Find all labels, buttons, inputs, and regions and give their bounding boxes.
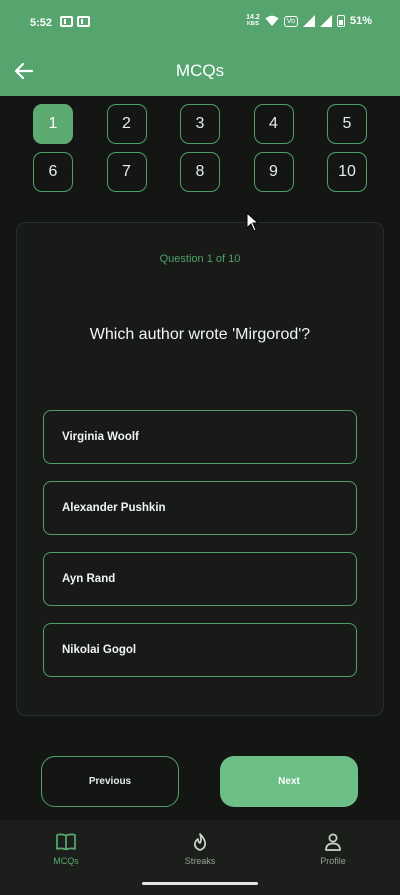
question-number-button[interactable]: 4 — [253, 104, 294, 144]
battery-percent: 51% — [349, 15, 372, 27]
signal-icon — [302, 15, 315, 27]
question-number-button[interactable]: 3 — [180, 104, 220, 144]
home-indicator — [142, 882, 258, 885]
question-number-button[interactable]: 8 — [180, 152, 220, 192]
question-number-grid: 1 2 3 4 5 6 7 8 9 10 — [33, 104, 373, 192]
question-number-button[interactable]: 6 — [33, 152, 73, 192]
mouse-cursor-icon — [246, 212, 260, 232]
volte-badge: Vo — [283, 15, 298, 27]
answer-option[interactable]: Nikolai Gogol — [43, 623, 357, 677]
nav-item-mcqs[interactable]: MCQs — [26, 832, 106, 866]
question-number-button[interactable]: 7 — [106, 152, 147, 192]
gmail-notification-icon — [60, 16, 73, 27]
app-bar: MCQs — [0, 46, 400, 96]
question-card: Question 1 of 10 Which author wrote 'Mir… — [16, 222, 384, 716]
question-progress: Question 1 of 10 — [159, 253, 241, 265]
nav-label-streaks: Streaks — [184, 856, 216, 866]
flame-icon — [194, 833, 206, 851]
gmail-notification-icon — [77, 16, 90, 27]
status-time: 5:52 — [30, 17, 53, 29]
question-number-button[interactable]: 9 — [253, 152, 294, 192]
nav-label-mcqs: MCQs — [53, 856, 79, 866]
nav-label-profile: Profile — [320, 856, 346, 866]
book-icon — [56, 833, 76, 851]
answer-options: Virginia Woolf Alexander Pushkin Ayn Ran… — [43, 410, 357, 694]
nav-item-streaks[interactable]: Streaks — [160, 832, 240, 866]
status-bar: 5:52 14.2 KB/S Vo 51% — [0, 0, 400, 46]
question-number-button[interactable]: 2 — [106, 104, 147, 144]
question-number-button[interactable]: 1 — [33, 104, 73, 144]
answer-option[interactable]: Alexander Pushkin — [43, 481, 357, 535]
next-button[interactable]: Next — [220, 756, 358, 807]
wifi-icon — [265, 15, 279, 26]
nav-item-profile[interactable]: Profile — [293, 832, 373, 866]
question-number-button[interactable]: 5 — [327, 104, 367, 144]
page-title: MCQs — [175, 61, 225, 80]
network-speed: 14.2 KB/S — [246, 14, 260, 27]
previous-button[interactable]: Previous — [41, 756, 179, 807]
signal-icon — [319, 15, 332, 27]
person-icon — [325, 833, 341, 851]
battery-icon — [336, 15, 345, 27]
answer-option[interactable]: Ayn Rand — [43, 552, 357, 606]
question-text: Which author wrote 'Mirgorod'? — [89, 326, 311, 343]
answer-option[interactable]: Virginia Woolf — [43, 410, 357, 464]
question-number-button[interactable]: 10 — [327, 152, 367, 192]
